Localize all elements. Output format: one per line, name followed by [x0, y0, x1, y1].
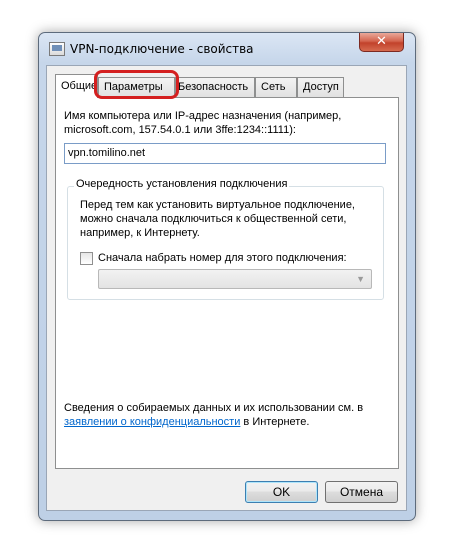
dial-connection-dropdown[interactable]: ▼: [98, 269, 372, 289]
tab-sharing[interactable]: Доступ: [297, 77, 344, 97]
group-text-line3: например, к Интернету.: [80, 227, 200, 239]
host-input[interactable]: vpn.tomilino.net: [64, 143, 386, 164]
tab-general[interactable]: Общие: [55, 74, 98, 98]
dial-first-label[interactable]: Сначала набрать номер для этого подключе…: [98, 252, 347, 264]
cancel-button[interactable]: Отмена: [325, 481, 398, 503]
group-text-line2: можно сначала подключиться к общественно…: [80, 213, 347, 225]
privacy-statement-link[interactable]: заявлении о конфиденциальности: [64, 416, 240, 428]
host-label-line2: microsoft.com, 157.54.0.1 или 3ffe:1234:…: [64, 124, 296, 136]
connection-order-title: Очередность установления подключения: [74, 178, 290, 190]
chevron-down-icon: ▼: [356, 274, 365, 284]
privacy-text-line1: Сведения о собираемых данных и их исполь…: [64, 402, 364, 414]
dial-first-checkbox[interactable]: [80, 252, 93, 265]
tab-security[interactable]: Безопасность: [175, 77, 255, 97]
window-title: VPN-подключение - свойства: [70, 42, 254, 56]
close-button[interactable]: ✕: [359, 33, 404, 52]
group-text-line1: Перед тем как установить виртуальное под…: [80, 199, 355, 211]
options-tab-highlight: [94, 70, 179, 99]
privacy-text-line2: заявлении о конфиденциальности в Интерне…: [64, 416, 309, 428]
privacy-text-suffix: в Интернете.: [240, 416, 310, 428]
ok-button[interactable]: OK: [245, 481, 318, 503]
tab-network[interactable]: Сеть: [255, 77, 297, 97]
network-connection-icon: [49, 42, 65, 56]
host-label-line1: Имя компьютера или IP-адрес назначения (…: [64, 110, 342, 122]
